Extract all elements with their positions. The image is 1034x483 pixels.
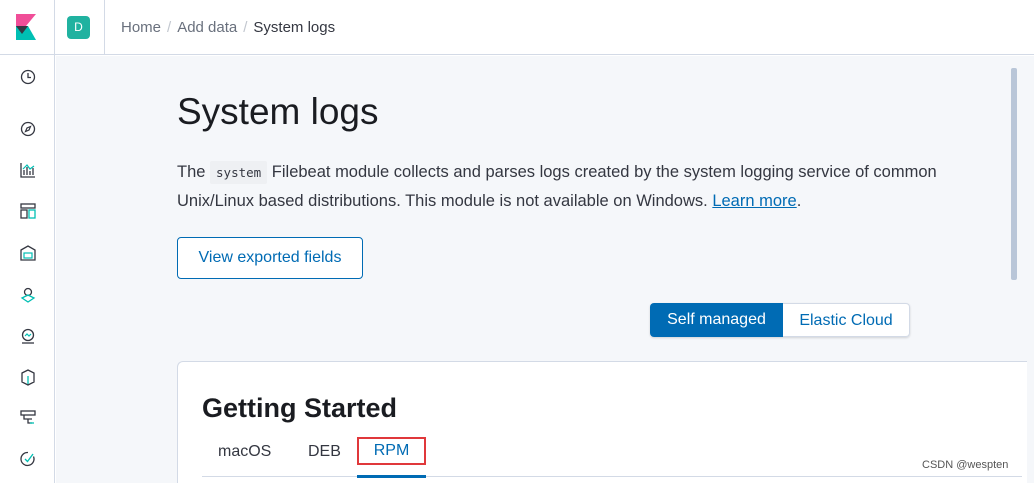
tab-macos[interactable]: macOS (218, 443, 271, 461)
visualize-icon[interactable] (19, 161, 37, 179)
dashboard-icon[interactable] (19, 202, 37, 220)
getting-started-title: Getting Started (202, 393, 398, 423)
space-avatar[interactable]: D (67, 16, 90, 39)
scrollbar-thumb[interactable] (1011, 68, 1017, 280)
desc-period: . (796, 192, 802, 210)
breadcrumb-current: System logs (253, 19, 336, 36)
kibana-logo[interactable] (0, 0, 55, 55)
module-name-code: system (210, 161, 268, 184)
tab-rpm[interactable]: RPM (357, 437, 426, 465)
clock-icon[interactable] (19, 68, 37, 86)
watermark: CSDN @wespten (922, 459, 1009, 471)
ml-icon[interactable] (19, 327, 37, 345)
canvas-icon[interactable] (19, 244, 37, 262)
compass-icon[interactable] (19, 120, 37, 138)
deployment-toggle: Self managed Elastic Cloud (650, 303, 910, 337)
breadcrumb-separator: / (243, 19, 248, 36)
os-tabs: macOS DEB RPM (202, 437, 1022, 478)
header-divider (104, 0, 105, 55)
selected-tab-indicator (357, 475, 426, 478)
sidebar-nav (0, 55, 55, 483)
breadcrumb-separator: / (167, 19, 172, 36)
breadcrumb-add-data[interactable]: Add data (177, 19, 237, 36)
breadcrumb-home[interactable]: Home (121, 19, 161, 36)
view-exported-fields-button[interactable]: View exported fields (177, 237, 363, 279)
maps-icon[interactable] (19, 286, 37, 304)
page-title: System logs (177, 91, 379, 132)
infrastructure-icon[interactable] (19, 368, 37, 386)
logs-icon[interactable] (19, 409, 37, 427)
top-header: D Home / Add data / System logs (0, 0, 1034, 55)
breadcrumb: Home / Add data / System logs (121, 19, 335, 36)
self-managed-toggle[interactable]: Self managed (650, 303, 783, 337)
desc-text: Filebeat module collects and parses logs… (177, 163, 937, 210)
desc-text: The (177, 163, 206, 181)
page-description: The system Filebeat module collects and … (177, 158, 997, 215)
learn-more-link[interactable]: Learn more (712, 192, 796, 210)
tab-deb[interactable]: DEB (308, 443, 341, 461)
uptime-icon[interactable] (19, 450, 37, 468)
elastic-cloud-toggle[interactable]: Elastic Cloud (783, 303, 910, 337)
